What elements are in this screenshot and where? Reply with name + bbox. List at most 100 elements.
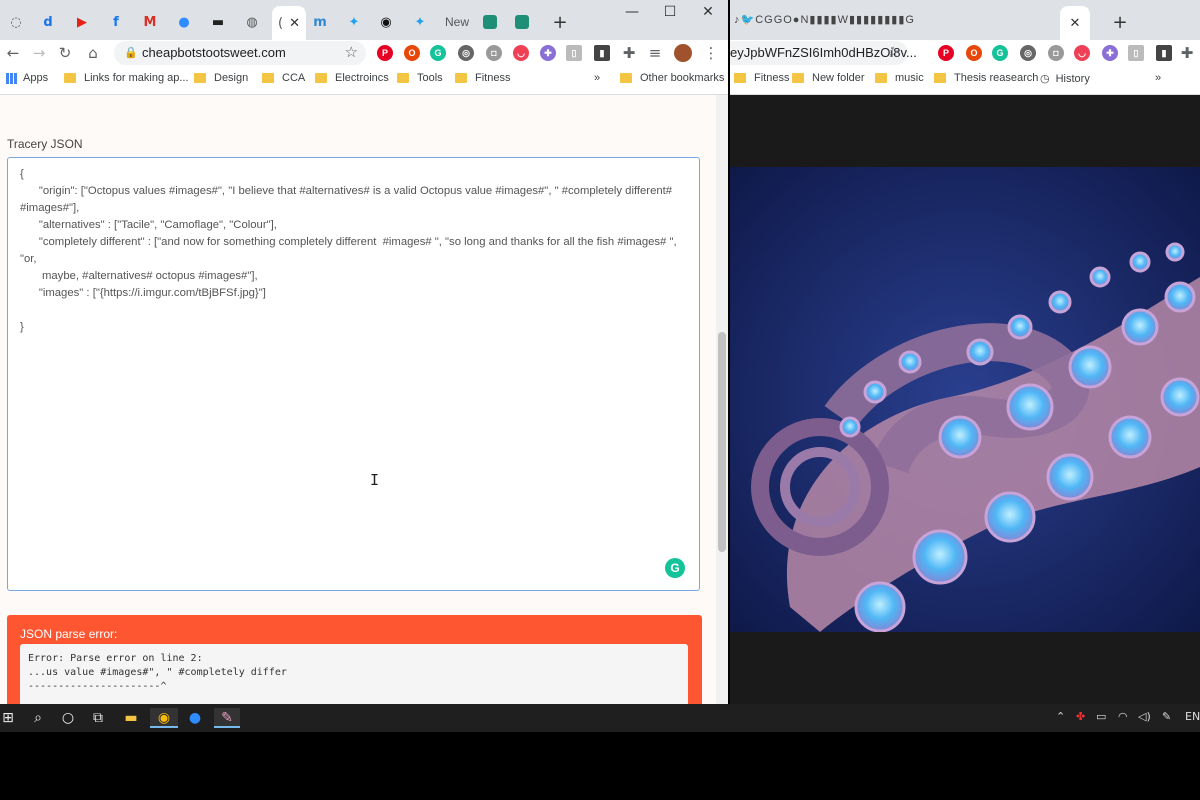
reading-list-button[interactable]: ≡ [644,42,666,64]
battery-icon[interactable]: ▭ [1096,710,1106,723]
chrome-taskbar-button[interactable]: ◉ [150,708,178,728]
back-button[interactable]: ← [2,42,24,64]
bookmark-fitness[interactable]: Fitness [734,72,789,84]
octopus-image [730,167,1200,632]
tab-d[interactable]: d [34,9,62,35]
page-icon[interactable]: ▯ [566,45,582,61]
extension-icon[interactable]: ◎ [458,45,474,61]
extension-icon[interactable]: ◎ [1020,45,1036,61]
grammarly-icon[interactable]: G [992,45,1008,61]
task-view-button[interactable]: ⧉ [88,708,108,728]
pocket-icon[interactable]: ◡ [513,45,529,61]
tab-car[interactable]: ▬ [204,9,232,35]
tab-facebook[interactable]: f [102,9,130,35]
red-extension-icon[interactable]: O [966,45,982,61]
history-icon: ◷ [1040,73,1050,85]
search-button[interactable]: ⌕ [28,708,48,728]
camera-icon[interactable]: ◘ [486,45,502,61]
bookmark-other[interactable]: Other bookmarks [620,72,724,84]
bookmarks-overflow[interactable]: » [1155,72,1161,84]
pinterest-icon[interactable]: P [938,45,954,61]
tab-youtube[interactable]: ▶ [68,9,96,35]
bookmark-label: History [1055,72,1090,85]
tab-globe[interactable]: ◍ [238,9,266,35]
address-bar[interactable]: 🔒 cheapbotstootsweet.com ☆ [114,41,366,65]
tab-github[interactable]: ◉ [372,9,400,35]
bookmark-music[interactable]: music [875,72,924,84]
extensions-button-right[interactable]: ✚ [1176,42,1198,64]
tab-history[interactable]: ◌ [2,9,30,35]
url-text: cheapbotstootsweet.com [142,45,286,60]
tab-new[interactable]: New [445,9,469,35]
reload-icon: ↻ [58,44,72,62]
new-tab-button[interactable]: + [546,9,574,35]
tab-twitter[interactable]: ✦ [340,9,368,35]
bookmark-links[interactable]: Links for making ap... [64,72,189,84]
close-tab-icon[interactable]: ✕ [289,16,300,31]
bookmarks-overflow[interactable]: » [594,72,600,84]
extension-icon[interactable]: ▮ [594,45,610,61]
page-scrollbar[interactable] [716,95,728,704]
pen-icon[interactable]: ✎ [1162,710,1171,723]
cortana-button[interactable]: ○ [58,708,78,728]
volume-icon[interactable]: ◁) [1138,710,1151,723]
grammarly-icon[interactable]: G [430,45,446,61]
tab-mastodon[interactable]: m [306,9,334,35]
zoom-icon: ● [178,14,190,30]
bookmark-electronics[interactable]: Electroincs [315,72,389,84]
close-window-button[interactable]: ✕ [688,4,728,24]
bookmark-thesis[interactable]: Thesis reasearch [934,72,1038,84]
start-button[interactable]: ⊞ [0,708,16,728]
bookmark-cca[interactable]: CCA [262,72,305,84]
bookmark-star-icon[interactable]: ☆ [345,43,358,61]
menu-button[interactable]: ⋮ [700,42,722,64]
close-tab-icon[interactable]: ✕ [1070,16,1081,31]
kebab-menu-icon: ⋮ [703,44,719,62]
tab-app-2[interactable] [508,9,536,35]
tray-chevron-icon[interactable]: ⌃ [1056,710,1065,723]
red-extension-icon[interactable]: O [404,45,420,61]
bookmark-history[interactable]: ◷ History [1040,72,1090,86]
forward-button[interactable]: → [28,42,50,64]
favicon-strip[interactable]: ♪🐦CGGO●N▮▮▮▮W▮▮▮▮▮▮▮▮G [734,13,1054,26]
bookmark-design[interactable]: Design [194,72,248,84]
app-taskbar-button[interactable]: ✎ [214,708,240,728]
bookmark-fitness[interactable]: Fitness [455,72,510,84]
address-bar-right[interactable]: eyJpbWFnZSI6Imh0dHBzOi8v... ☆ [730,41,917,65]
pinterest-icon[interactable]: P [377,45,393,61]
grammarly-button[interactable]: G [665,558,685,578]
bookmark-star-icon[interactable]: ☆ [887,43,900,61]
extension-icon[interactable]: ✚ [540,45,556,61]
language-indicator[interactable]: EN [1185,710,1200,723]
chevron-double-right-icon: » [594,72,601,84]
tab-app-1[interactable] [476,9,504,35]
bookmark-tools[interactable]: Tools [397,72,443,84]
tab-twitter-2[interactable]: ✦ [406,9,434,35]
page-icon[interactable]: ▯ [1128,45,1144,61]
wifi-icon[interactable]: ◠ [1118,710,1128,723]
tab-gmail[interactable]: M [136,9,164,35]
bookmark-apps[interactable]: Apps [6,72,48,84]
reload-button[interactable]: ↻ [54,42,76,64]
pocket-icon[interactable]: ◡ [1074,45,1090,61]
tab-active[interactable]: (✕ [272,6,306,40]
minimize-button[interactable]: — [612,4,652,24]
extension-icon[interactable]: ▮ [1156,45,1172,61]
json-editor[interactable]: { "origin": ["Octopus values #images#", … [7,157,700,591]
bookmark-new-folder[interactable]: New folder [792,72,865,84]
scrollbar-thumb[interactable] [718,332,726,552]
close-icon: ✕ [702,4,714,20]
new-tab-button-right[interactable]: + [1106,9,1134,35]
tray-app-icon[interactable]: ✤ [1076,710,1085,723]
extensions-button[interactable]: ✚ [618,42,640,64]
tab-zoom[interactable]: ● [170,9,198,35]
camera-icon[interactable]: ◘ [1048,45,1064,61]
avatar[interactable] [674,44,692,62]
json-editor-text[interactable]: { "origin": ["Octopus values #images#", … [20,166,689,336]
file-explorer-button[interactable]: ▬ [120,708,142,728]
zoom-taskbar-button[interactable]: ● [184,708,206,728]
maximize-button[interactable]: ☐ [650,4,690,24]
tab-active-right[interactable]: ✕ [1060,6,1090,40]
home-button[interactable]: ⌂ [82,42,104,64]
extension-icon[interactable]: ✚ [1102,45,1118,61]
